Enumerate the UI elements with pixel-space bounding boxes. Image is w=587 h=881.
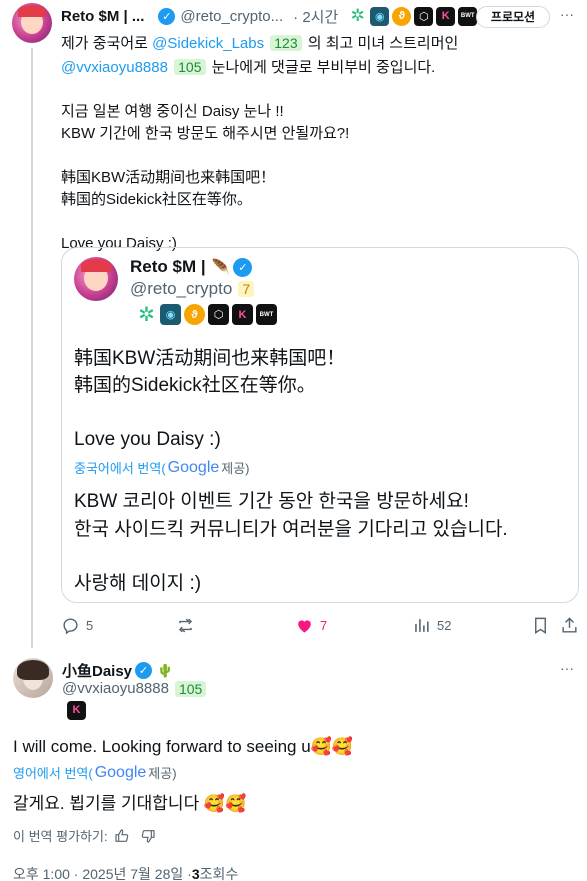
bookmark-icon bbox=[535, 617, 546, 634]
display-name[interactable]: 小鱼Daisy bbox=[62, 660, 132, 681]
count-badge: 123 bbox=[270, 35, 302, 51]
avatar[interactable] bbox=[13, 658, 53, 698]
views-button[interactable]: 52 bbox=[412, 616, 451, 635]
translation-attribution[interactable]: 영어에서 번역( Google 제공) bbox=[13, 763, 177, 782]
robot-icon: ◉ bbox=[160, 304, 181, 325]
rate-label: 이 번역 평가하기: bbox=[13, 829, 108, 844]
thumbs-down-icon[interactable] bbox=[140, 828, 156, 844]
tweet-line: 韩国的Sidekick社区在等你。 bbox=[61, 191, 252, 208]
robot-icon: ◉ bbox=[370, 6, 390, 26]
affiliate-badges: ✲ ◉ ϑ ⬡ K BWT bbox=[348, 6, 480, 26]
quote-line: 韩国KBW活动期间也来韩国吧！ bbox=[74, 348, 346, 369]
repost-icon bbox=[178, 618, 193, 633]
share-icon bbox=[562, 617, 577, 633]
view-count: 3 bbox=[191, 866, 200, 881]
display-name: Reto $M | bbox=[130, 257, 206, 276]
handle: @reto_crypto bbox=[130, 279, 233, 298]
bookmark-button[interactable] bbox=[531, 616, 550, 635]
views-icon bbox=[415, 619, 429, 632]
translation-line: 사랑해 데이지 :) bbox=[74, 573, 202, 594]
flame-icon: ϑ bbox=[392, 6, 412, 26]
translation-line: KBW 코리아 이벤트 기간 동안 한국을 방문하세요! bbox=[74, 491, 469, 512]
verified-icon: ✓ bbox=[233, 257, 253, 277]
provided-label: 제공) bbox=[148, 766, 177, 781]
handle[interactable]: @vvxiaoyu8888 bbox=[62, 680, 169, 697]
feather-icon: 🪶 bbox=[211, 259, 231, 276]
count-badge: 105 bbox=[174, 59, 206, 75]
reply-tweet: 小鱼Daisy ✓ 🌵 @vvxiaoyu8888 105 K ··· I wi… bbox=[0, 648, 587, 881]
k-icon: K bbox=[232, 304, 253, 325]
reply-count: 5 bbox=[86, 618, 94, 633]
quote-line: Love you Daisy :) bbox=[74, 429, 221, 450]
thread-line bbox=[31, 48, 33, 648]
heart-icon bbox=[298, 620, 311, 633]
main-tweet: Reto $M | ... ✓ @reto_crypto... · 2시간 ✲ … bbox=[0, 0, 587, 648]
clover-icon: ✲ bbox=[138, 304, 155, 326]
reply-body: I will come. Looking forward to seeing u… bbox=[13, 737, 353, 756]
hex-icon: ⬡ bbox=[414, 6, 434, 26]
reply-icon bbox=[63, 618, 78, 635]
repost-button[interactable] bbox=[176, 616, 195, 635]
verified-icon: ✓ bbox=[135, 662, 153, 679]
thumbs-up-icon[interactable] bbox=[114, 828, 130, 844]
action-bar: 5 7 52 bbox=[61, 616, 579, 638]
mention-link[interactable]: @vvxiaoyu8888 bbox=[61, 59, 168, 76]
translation-line: 한국 사이드킥 커뮤니티가 여러분을 기다리고 있습니다. bbox=[74, 519, 508, 540]
share-button[interactable] bbox=[560, 616, 579, 635]
text: 의 최고 미녀 스트리머인 bbox=[303, 35, 459, 52]
tweet-line: 지금 일본 여행 중이신 Daisy 눈나 !! bbox=[61, 103, 284, 120]
like-button[interactable]: 7 bbox=[295, 616, 327, 635]
bwt-icon: BWT bbox=[458, 6, 478, 26]
count-badge: 105 bbox=[174, 680, 207, 697]
view-count: 52 bbox=[437, 618, 452, 633]
timestamp[interactable]: · 2시간 bbox=[293, 6, 338, 27]
more-icon[interactable]: ··· bbox=[560, 660, 574, 676]
tweet-meta: 오후 1:00 · 2025년 7월 28일 · 3 조회수 bbox=[13, 864, 238, 881]
view-label: 조회수 bbox=[199, 866, 239, 881]
tweet-line: 제가 중국어로 @Sidekick_Labs 123 의 최고 미녀 스트리머인 bbox=[61, 32, 581, 55]
google-logo: Google bbox=[167, 458, 220, 476]
verified-icon: ✓ bbox=[158, 7, 176, 25]
translation-attribution[interactable]: 중국어에서 번역( Google 제공) bbox=[74, 458, 250, 477]
affiliate-badges: ✲ ◉ ϑ ⬡ K BWT bbox=[136, 304, 280, 326]
reply-button[interactable]: 5 bbox=[61, 616, 93, 635]
avatar bbox=[74, 257, 118, 301]
provided-label: 제공) bbox=[221, 461, 250, 476]
rate-translation: 이 번역 평가하기: bbox=[13, 826, 156, 845]
reply-translation: 갈게요. 뵙기를 기대합니다 🥰🥰 bbox=[13, 794, 247, 813]
clover-icon: ✲ bbox=[350, 6, 365, 25]
k-icon: K bbox=[67, 700, 86, 720]
text: 눈나에게 댓글로 부비부비 중입니다. bbox=[207, 59, 436, 76]
cactus-icon: 🌵 bbox=[157, 662, 174, 678]
translate-label[interactable]: 중국어에서 번역( bbox=[74, 458, 166, 477]
translate-label[interactable]: 영어에서 번역( bbox=[13, 763, 93, 782]
google-logo: Google bbox=[94, 763, 147, 781]
count-badge: 7 bbox=[238, 281, 255, 297]
promo-button[interactable]: 프로모션 bbox=[476, 6, 550, 28]
handle[interactable]: @reto_crypto... bbox=[180, 8, 283, 25]
avatar[interactable] bbox=[12, 3, 52, 43]
quoted-tweet[interactable]: Reto $M | 🪶 ✓ @reto_crypto 7 ✲ ◉ ϑ ⬡ K B… bbox=[61, 247, 579, 603]
tweet-line: 韩国KBW活动期间也来韩国吧！ bbox=[61, 169, 276, 186]
quote-line: 韩国的Sidekick社区在等你。 bbox=[74, 375, 316, 396]
tweet-time[interactable]: 오후 1:00 · 2025년 7월 28일 · bbox=[13, 864, 192, 881]
k-icon: K bbox=[436, 6, 456, 26]
mention-link[interactable]: @Sidekick_Labs bbox=[152, 35, 264, 52]
like-count: 7 bbox=[320, 618, 328, 633]
flame-icon: ϑ bbox=[184, 304, 205, 325]
tweet-line: KBW 기간에 한국 방문도 해주시면 안될까요?! bbox=[61, 125, 350, 142]
display-name[interactable]: Reto $M | ... bbox=[61, 8, 144, 25]
more-icon[interactable]: ··· bbox=[560, 6, 574, 22]
text: 제가 중국어로 bbox=[61, 35, 153, 52]
tweet-line: @vvxiaoyu8888 105 눈나에게 댓글로 부비부비 중입니다. bbox=[61, 56, 581, 79]
hex-icon: ⬡ bbox=[208, 304, 229, 325]
bwt-icon: BWT bbox=[256, 304, 277, 325]
